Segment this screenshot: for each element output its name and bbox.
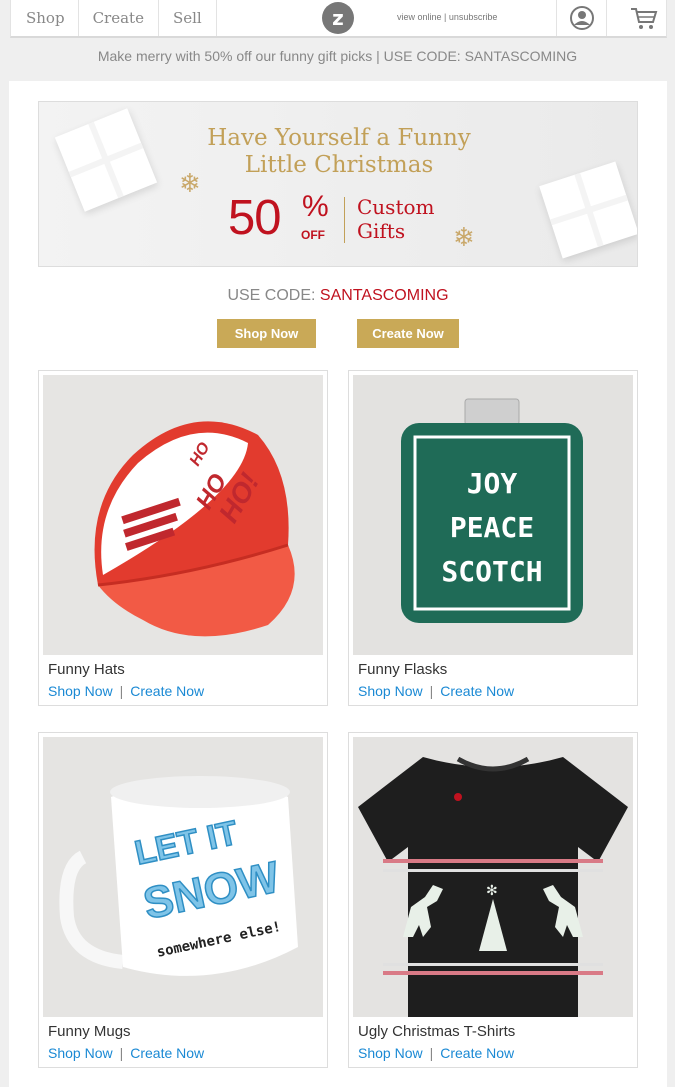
view-online-links: view online | unsubscribe (397, 12, 497, 22)
hero-banner[interactable]: ❄ ❄ Have Yourself a Funny Little Christm… (38, 101, 638, 267)
create-now-button[interactable]: Create Now (357, 319, 459, 348)
email-body: ❄ ❄ Have Yourself a Funny Little Christm… (9, 81, 667, 1087)
hero-headline-line1: Have Yourself a Funny (207, 125, 471, 151)
shop-now-link[interactable]: Shop Now (48, 683, 113, 699)
cart-icon (631, 8, 658, 29)
flask-illustration: JOY PEACE SCOTCH (401, 398, 583, 623)
off-label: OFF (301, 228, 325, 242)
nav-create[interactable]: Create (79, 0, 159, 36)
gifts-label: Gifts (357, 219, 406, 243)
flask-image[interactable]: JOY PEACE SCOTCH (353, 375, 633, 655)
svg-text:PEACE: PEACE (450, 511, 534, 544)
product-title: Funny Hats (48, 661, 125, 678)
top-nav: Shop Create Sell (11, 0, 217, 36)
custom-label: Custom (357, 195, 435, 219)
promo-strip: Make merry with 50% off our funny gift p… (97, 48, 578, 64)
hat-image[interactable]: HO HO HO! (43, 375, 323, 655)
unsubscribe-link[interactable]: unsubscribe (449, 12, 498, 22)
ugly-sweater-tshirt-illustration: ✻ (358, 756, 628, 1017)
product-links: Shop Now | Create Now (358, 1045, 514, 1061)
trucker-hat-illustration: HO HO HO! (94, 421, 295, 637)
top-bar: Shop Create Sell z view online | unsubsc… (10, 0, 667, 38)
create-now-link[interactable]: Create Now (130, 1045, 204, 1061)
product-card-flasks: JOY PEACE SCOTCH Funny Flasks Shop Now | C… (348, 370, 638, 706)
link-separator: | (444, 12, 447, 22)
link-separator: | (119, 1045, 124, 1061)
shop-now-link[interactable]: Shop Now (358, 683, 423, 699)
tshirt-image[interactable]: ✻ (353, 737, 633, 1017)
code-label: USE CODE: (227, 287, 316, 304)
snowflake-icon: ❄ (453, 222, 475, 252)
nav-shop[interactable]: Shop (11, 0, 79, 36)
view-online-link[interactable]: view online (397, 12, 442, 22)
hero-divider (344, 197, 345, 243)
product-card-hats: HO HO HO! Funny Hats Shop Now | Create Now (38, 370, 328, 706)
snowflake-icon: ✻ (486, 882, 498, 898)
mug-image[interactable]: LET IT SNOW somewhere else! (43, 737, 323, 1017)
promo-code-line: USE CODE: SANTASCOMING (9, 287, 667, 305)
shop-now-link[interactable]: Shop Now (48, 1045, 113, 1061)
nav-sell[interactable]: Sell (159, 0, 217, 36)
product-links: Shop Now | Create Now (48, 1045, 204, 1061)
product-title: Ugly Christmas T-Shirts (358, 1023, 516, 1040)
product-title: Funny Mugs (48, 1023, 131, 1040)
create-now-link[interactable]: Create Now (130, 683, 204, 699)
link-separator: | (429, 1045, 434, 1061)
link-separator: | (119, 683, 124, 699)
discount-percent: 50 (228, 191, 282, 245)
account-button[interactable] (556, 0, 606, 36)
user-icon (570, 6, 594, 30)
zazzle-logo-icon[interactable]: z (322, 2, 354, 34)
product-card-tshirts: ✻ Ugly Christmas T-Shirts Shop Now | Creat… (348, 732, 638, 1068)
svg-text:SCOTCH: SCOTCH (441, 555, 542, 588)
percent-sign: % (302, 190, 329, 223)
shop-now-link[interactable]: Shop Now (358, 1045, 423, 1061)
product-card-mugs: LET IT SNOW somewhere else! Funny Mugs S… (38, 732, 328, 1068)
create-now-link[interactable]: Create Now (440, 1045, 514, 1061)
product-links: Shop Now | Create Now (48, 683, 204, 699)
hero-headline-line2: Little Christmas (244, 152, 434, 178)
shop-now-button[interactable]: Shop Now (217, 319, 316, 348)
create-now-link[interactable]: Create Now (440, 683, 514, 699)
product-title: Funny Flasks (358, 661, 448, 678)
mug-illustration: LET IT SNOW somewhere else! (59, 776, 298, 976)
promo-code: SANTASCOMING (319, 287, 449, 304)
product-links: Shop Now | Create Now (358, 683, 514, 699)
cart-button[interactable] (606, 0, 668, 36)
svg-text:JOY: JOY (467, 467, 518, 500)
link-separator: | (429, 683, 434, 699)
